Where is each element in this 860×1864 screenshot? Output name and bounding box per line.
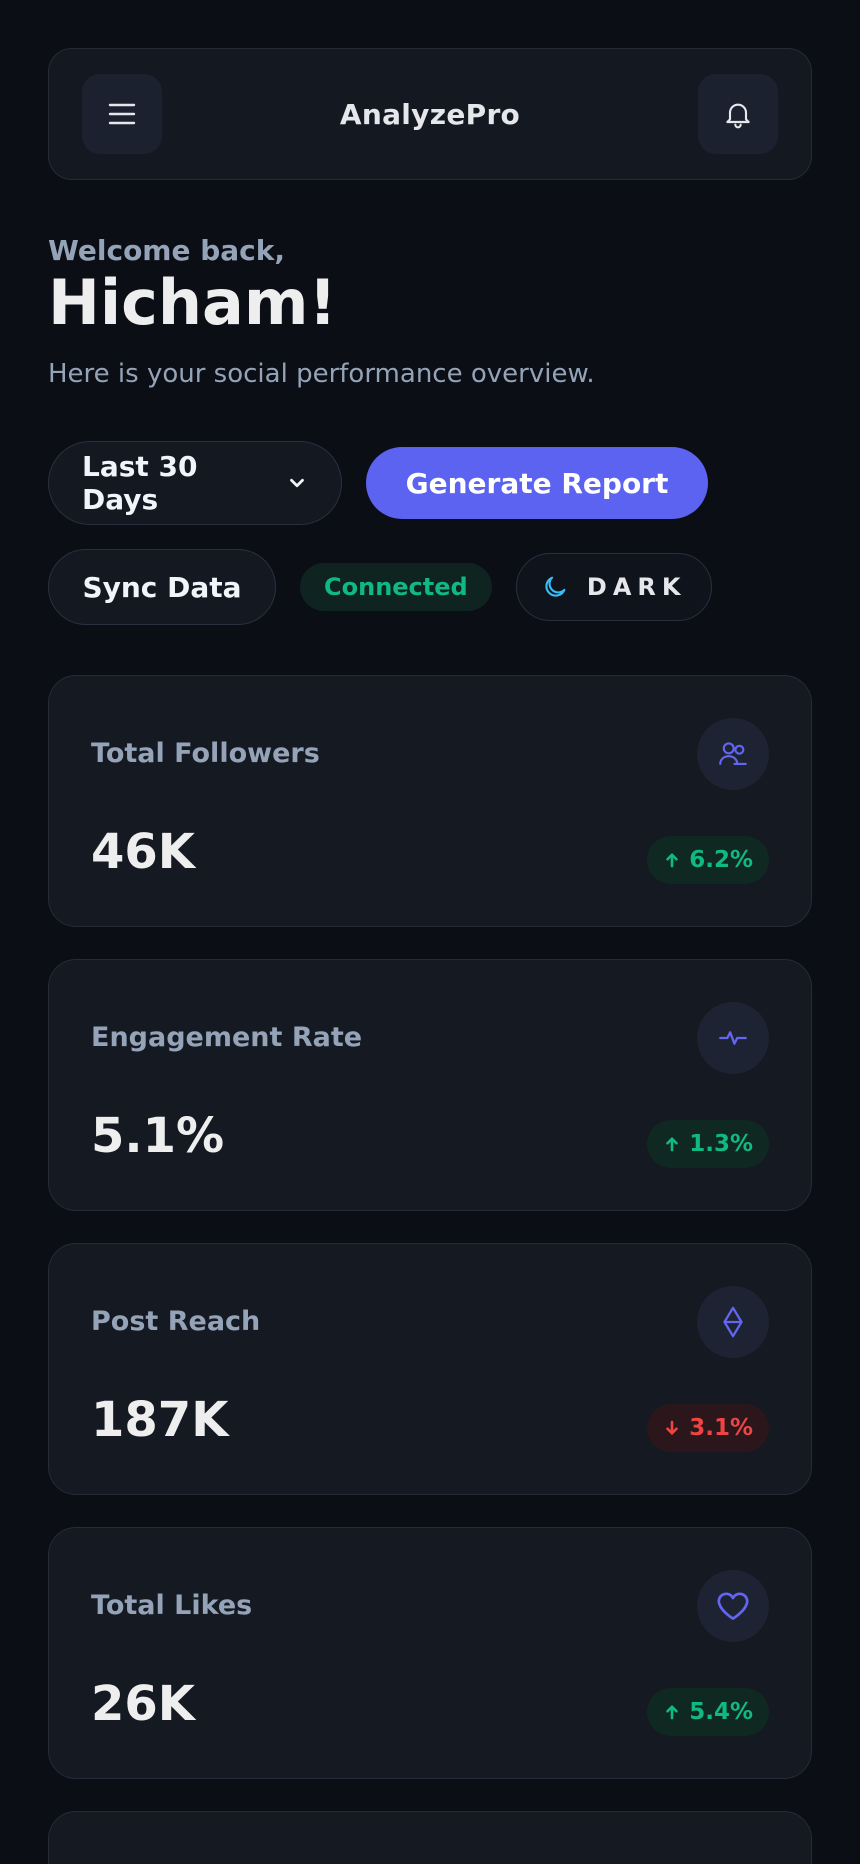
date-range-label: Last 30 Days xyxy=(82,450,198,517)
trend-badge: 3.1% xyxy=(647,1404,769,1453)
stat-card-next xyxy=(48,1811,812,1864)
stat-label: Post Reach xyxy=(91,1306,261,1338)
trend-value: 5.4% xyxy=(689,1699,753,1726)
stat-card-reach: Post Reach 187K 3.1% xyxy=(48,1243,812,1496)
sync-row: Sync Data Connected DARK xyxy=(48,549,812,626)
stat-label: Total Likes xyxy=(91,1590,253,1622)
stats-list: Total Followers 46K 6.2% Engagement Rate xyxy=(48,675,812,1864)
bell-icon xyxy=(726,103,750,129)
trend-value: 3.1% xyxy=(689,1415,753,1442)
dashboard-page: AnalyzePro Welcome back, Hicham! Here is… xyxy=(0,0,860,1864)
top-bar: AnalyzePro xyxy=(48,48,812,180)
stat-label: Engagement Rate xyxy=(91,1022,363,1054)
stat-card-engagement: Engagement Rate 5.1% 1.3% xyxy=(48,959,812,1212)
welcome-section: Welcome back, Hicham! Here is your socia… xyxy=(48,234,812,389)
activity-icon xyxy=(697,1002,769,1075)
sync-data-button[interactable]: Sync Data xyxy=(48,549,276,626)
trend-badge: 5.4% xyxy=(647,1688,769,1737)
arrow-up-icon xyxy=(666,1705,679,1720)
stat-value: 5.1% xyxy=(91,1108,225,1165)
notifications-button[interactable] xyxy=(697,74,778,154)
generate-report-button[interactable]: Generate Report xyxy=(366,447,708,520)
reach-icon xyxy=(697,1286,769,1359)
menu-button[interactable] xyxy=(82,74,162,154)
menu-icon xyxy=(108,103,136,125)
theme-label: DARK xyxy=(586,573,687,602)
arrow-up-icon xyxy=(666,853,679,868)
trend-value: 1.3% xyxy=(689,1131,753,1158)
trend-value: 6.2% xyxy=(689,847,753,874)
stat-value: 187K xyxy=(91,1392,229,1449)
stat-card-followers: Total Followers 46K 6.2% xyxy=(48,675,812,928)
trend-badge: 6.2% xyxy=(647,836,769,885)
heart-icon xyxy=(697,1570,769,1643)
stat-value: 26K xyxy=(91,1676,195,1733)
arrow-up-icon xyxy=(666,1137,679,1152)
stat-label: Total Followers xyxy=(91,738,320,770)
chevron-down-icon xyxy=(286,472,308,494)
user-name: Hicham! xyxy=(48,266,337,339)
connection-status-badge: Connected xyxy=(300,563,492,612)
moon-icon xyxy=(545,576,566,597)
welcome-greeting: Welcome back, xyxy=(48,234,286,267)
welcome-subtitle: Here is your social performance overview… xyxy=(48,359,595,390)
arrow-down-icon xyxy=(666,1420,679,1435)
date-range-select[interactable]: Last 30 Days xyxy=(48,441,342,526)
theme-toggle[interactable]: DARK xyxy=(515,553,712,622)
app-title: AnalyzePro xyxy=(339,97,521,131)
stat-value: 46K xyxy=(91,824,195,881)
users-icon xyxy=(697,718,769,791)
stat-card-likes: Total Likes 26K 5.4% xyxy=(48,1527,812,1780)
controls-row: Last 30 Days Generate Report xyxy=(48,441,812,526)
trend-badge: 1.3% xyxy=(647,1120,769,1169)
